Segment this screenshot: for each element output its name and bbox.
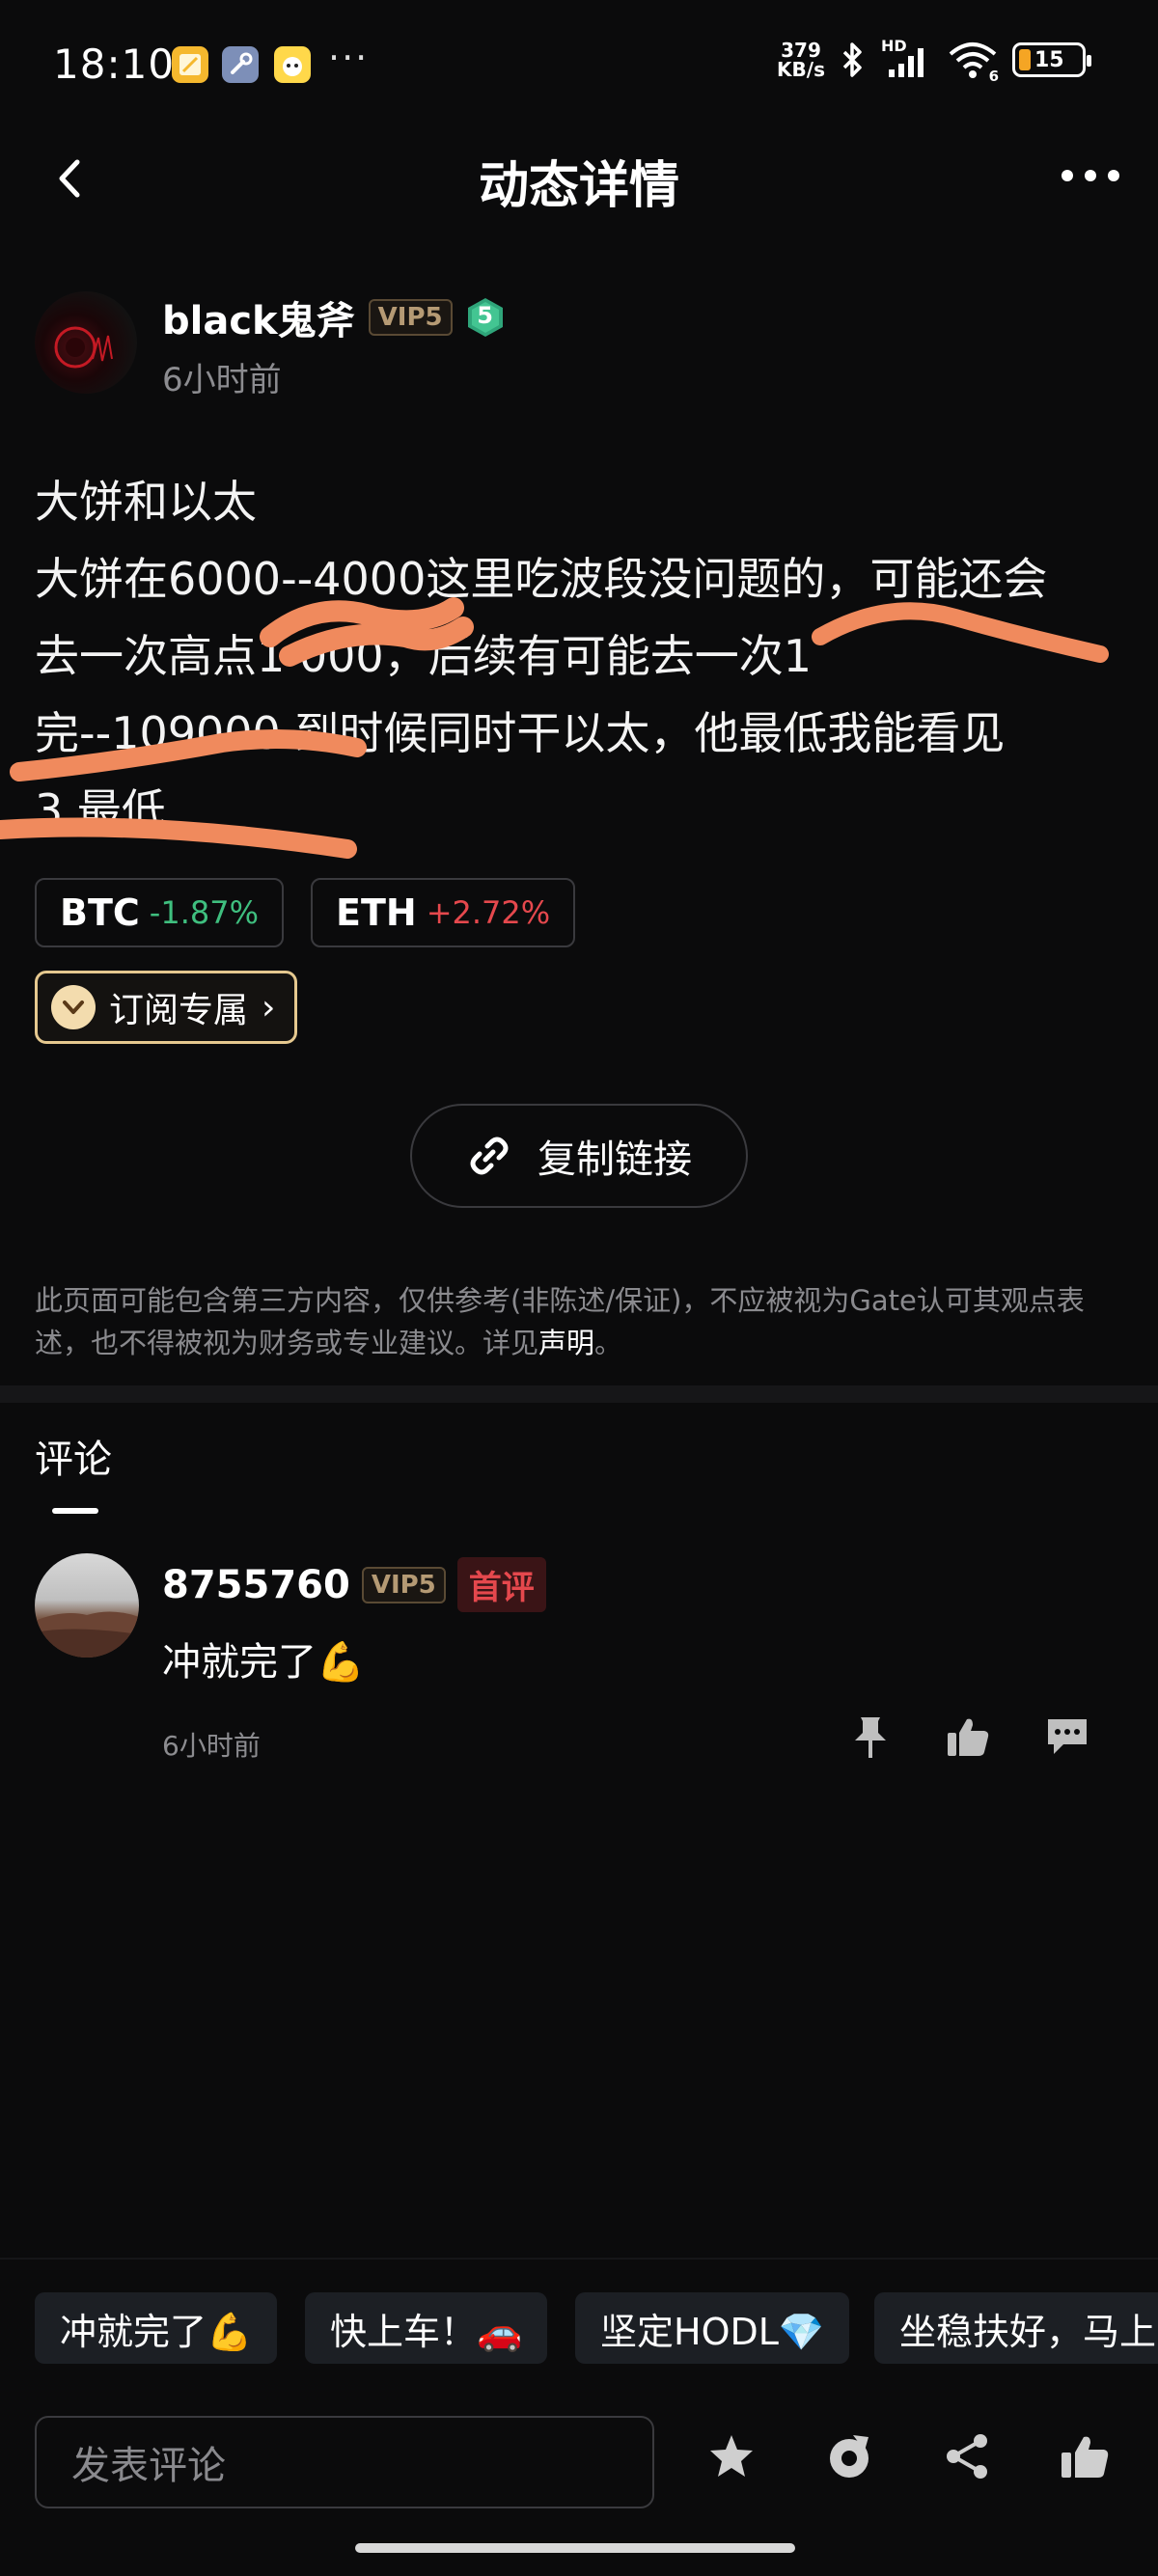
comment-header: 8755760 VIP5 首评 <box>162 1557 546 1612</box>
tab-comments[interactable]: 评论 <box>35 1428 112 1484</box>
post-line: 3 最低 <box>35 784 166 836</box>
tab-indicator <box>52 1508 98 1514</box>
more-options-button[interactable] <box>1062 164 1119 187</box>
vip-badge: VIP5 <box>368 299 453 336</box>
more-notifications-icon: ··· <box>328 37 370 79</box>
pin-icon[interactable] <box>849 1713 892 1760</box>
author-name[interactable]: black鬼斧 <box>162 289 355 345</box>
post-line: 大饼和以太 <box>35 476 257 528</box>
tools-app-icon <box>222 46 259 83</box>
quick-reply-chip[interactable]: 快上车！🚗 <box>305 2292 548 2364</box>
share-icon[interactable] <box>942 2431 992 2481</box>
quick-reply-chip[interactable]: 坐稳扶好，马上 <box>874 2292 1158 2364</box>
reply-icon[interactable] <box>1044 1715 1090 1758</box>
post-content: 大饼和以太 大饼在6000--4000这里吃波段没问题的，可能还会 去一次高点1… <box>35 463 1116 849</box>
copy-link-label: 复制链接 <box>538 1137 692 1182</box>
coin-name: BTC <box>60 891 140 934</box>
comment-time: 6小时前 <box>162 1730 261 1762</box>
pet-app-icon <box>274 46 311 83</box>
commenter-avatar[interactable] <box>35 1553 139 1658</box>
first-comment-badge: 首评 <box>456 1557 546 1612</box>
comment-input[interactable]: 发表评论 <box>35 2416 654 2508</box>
author-row: black鬼斧 VIP5 5 <box>162 289 505 345</box>
comment-text: 冲就完了💪 <box>162 1640 365 1685</box>
coin-tag-eth[interactable]: ETH +2.72% <box>311 878 576 947</box>
star-icon[interactable] <box>706 2431 757 2481</box>
notes-app-icon <box>172 46 208 83</box>
level-badge: 5 <box>466 296 505 339</box>
page-title: 动态详情 <box>478 157 679 215</box>
post-time: 6小时前 <box>162 361 282 399</box>
statement-link[interactable]: 声明 <box>538 1327 594 1359</box>
wifi-icon: 6 <box>947 41 999 85</box>
comment-actions <box>849 1713 1090 1760</box>
bluetooth-icon <box>842 42 862 77</box>
post-line: 去一次高点1 000，后续有可能去一次1 <box>35 630 812 682</box>
home-indicator[interactable] <box>355 2543 795 2553</box>
author-avatar[interactable] <box>35 291 137 394</box>
bottom-actions <box>706 2431 1110 2481</box>
coin-tag-btc[interactable]: BTC -1.87% <box>35 878 284 947</box>
network-speed: 379 KB/s <box>777 39 825 81</box>
subscribe-label: 订阅专属 <box>109 991 249 1030</box>
post-line: 大饼在6000--4000这里吃波段没问题的，可能还会 <box>35 553 1048 605</box>
subscribe-badge-icon <box>51 985 96 1029</box>
post-line: 完--109000 到时候同时干以太，他最低我能看见 <box>35 707 1006 759</box>
disclaimer: 此页面可能包含第三方内容，仅供参考(非陈述/保证)，不应被视为Gate认可其观点… <box>35 1284 1085 1359</box>
status-time: 18:10 <box>53 41 176 88</box>
repost-icon[interactable] <box>824 2431 874 2481</box>
link-icon <box>470 1137 509 1175</box>
coin-change: -1.87% <box>149 894 259 931</box>
status-indicators: 379 KB/s HD 6 15 <box>777 37 1091 85</box>
quick-reply-chip[interactable]: 坚定HODL💎 <box>575 2292 850 2364</box>
battery-icon: 15 <box>1012 42 1091 77</box>
section-divider <box>0 1385 1158 1403</box>
like-post-icon[interactable] <box>1060 2431 1110 2481</box>
commenter-name[interactable]: 8755760 <box>162 1563 350 1607</box>
chevron-right-icon: › <box>262 987 276 1028</box>
subscribe-exclusive-button[interactable]: 订阅专属 › <box>35 971 298 1044</box>
copy-link-button[interactable]: 复制链接 <box>410 1104 748 1208</box>
vip-badge: VIP5 <box>361 1566 446 1603</box>
quick-reply-chip[interactable]: 冲就完了💪 <box>35 2292 278 2364</box>
cellular-signal-icon: HD <box>881 37 933 79</box>
coin-name: ETH <box>336 891 417 934</box>
coin-change: +2.72% <box>426 894 551 931</box>
like-icon[interactable] <box>946 1715 990 1758</box>
